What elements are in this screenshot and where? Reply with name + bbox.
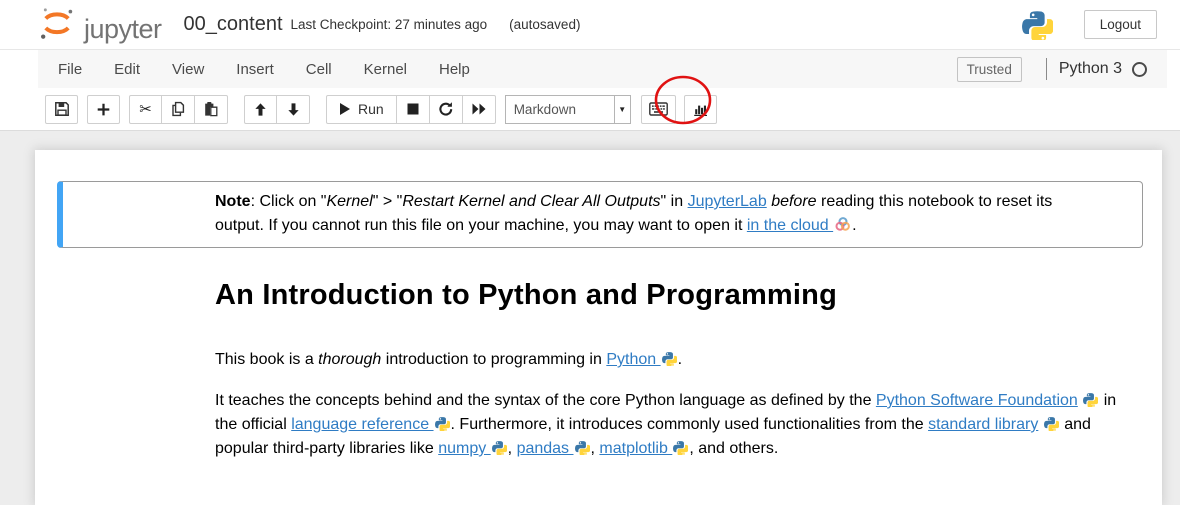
markdown-link[interactable]: Python Software Foundation bbox=[876, 392, 1078, 409]
cell-type-value: Markdown bbox=[506, 102, 614, 117]
markdown-link[interactable]: matplotlib bbox=[599, 440, 672, 457]
python-logo-icon bbox=[1083, 392, 1098, 407]
markdown-link[interactable]: language reference bbox=[291, 416, 433, 433]
text-segment: . bbox=[852, 217, 856, 234]
text-segment: Restart Kernel and Clear All Outputs bbox=[402, 193, 660, 210]
menu-file[interactable]: File bbox=[42, 52, 98, 87]
menubar-right: Trusted Python 3 bbox=[957, 57, 1147, 82]
markdown-link[interactable]: in the cloud bbox=[747, 217, 833, 234]
trusted-badge: Trusted bbox=[957, 57, 1022, 82]
fast-forward-icon bbox=[471, 102, 487, 116]
markdown-link[interactable]: standard library bbox=[928, 416, 1038, 433]
menu-insert[interactable]: Insert bbox=[220, 52, 290, 87]
notebook-title[interactable]: 00_content bbox=[184, 13, 283, 36]
note-admonition-cell[interactable]: Note: Click on "Kernel" > "Restart Kerne… bbox=[57, 181, 1143, 248]
markdown-link[interactable]: JupyterLab bbox=[688, 193, 767, 210]
paragraph-2: It teaches the concepts behind and the s… bbox=[215, 389, 1122, 461]
text-segment: , and others. bbox=[689, 440, 778, 457]
restart-kernel-button[interactable] bbox=[430, 95, 463, 124]
python-logo-icon bbox=[662, 351, 677, 366]
python-logo-icon bbox=[575, 440, 590, 455]
jupyter-logo-text: jupyter bbox=[84, 16, 162, 45]
restart-kernel-icon bbox=[438, 101, 454, 117]
run-icon bbox=[339, 102, 351, 116]
text-segment bbox=[1078, 392, 1082, 409]
cell-type-dropdown[interactable]: Markdown ▼ bbox=[505, 95, 631, 124]
move-cell-down-button[interactable] bbox=[277, 95, 310, 124]
jupyter-logo-icon bbox=[38, 5, 76, 45]
autosave-status: (autosaved) bbox=[509, 17, 580, 32]
move-up-icon bbox=[253, 102, 268, 117]
menu-kernel[interactable]: Kernel bbox=[348, 52, 423, 87]
jupyter-notebook-window: jupyter 00_content Last Checkpoint: 27 m… bbox=[0, 0, 1180, 505]
toolbar: ✂ bbox=[0, 88, 1180, 131]
text-segment: before bbox=[771, 193, 816, 210]
keyboard-shortcuts-button[interactable] bbox=[641, 95, 676, 124]
text-segment: Note bbox=[215, 193, 251, 210]
menu-view[interactable]: View bbox=[156, 52, 220, 87]
run-button[interactable]: Run bbox=[326, 95, 397, 124]
notebook-scroll-area[interactable]: Note: Click on "Kernel" > "Restart Kerne… bbox=[0, 131, 1180, 505]
menu-cell[interactable]: Cell bbox=[290, 52, 348, 87]
markdown-link[interactable]: numpy bbox=[438, 440, 490, 457]
text-segment: It teaches the concepts behind and the s… bbox=[215, 392, 876, 409]
jupyter-logo[interactable]: jupyter bbox=[38, 5, 162, 45]
note-text: Note: Click on "Kernel" > "Restart Kerne… bbox=[215, 193, 1052, 234]
divider bbox=[1046, 58, 1047, 80]
paragraph-1: This book is a thorough introduction to … bbox=[215, 348, 1122, 372]
logout-button[interactable]: Logout bbox=[1084, 10, 1157, 39]
stop-icon bbox=[406, 102, 420, 116]
text-segment: thorough bbox=[318, 351, 381, 368]
chart-toolbar-button[interactable] bbox=[684, 95, 717, 124]
kernel-name: Python 3 bbox=[1059, 60, 1122, 78]
text-segment: " in bbox=[661, 193, 688, 210]
header-right: Logout bbox=[1022, 9, 1157, 40]
python-logo-icon bbox=[1044, 416, 1059, 431]
python-logo-icon bbox=[673, 440, 688, 455]
text-segment: This book is a bbox=[215, 351, 318, 368]
restart-run-all-button[interactable] bbox=[463, 95, 496, 124]
python-logo-icon bbox=[435, 416, 450, 431]
copy-cell-button[interactable] bbox=[162, 95, 195, 124]
notebook-heading: An Introduction to Python and Programmin… bbox=[215, 279, 1122, 312]
text-segment bbox=[1038, 416, 1042, 433]
header: jupyter 00_content Last Checkpoint: 27 m… bbox=[0, 0, 1180, 50]
text-segment: : Click on " bbox=[251, 193, 327, 210]
add-cell-button[interactable] bbox=[87, 95, 120, 124]
markdown-link[interactable]: pandas bbox=[517, 440, 574, 457]
text-segment: . bbox=[678, 351, 682, 368]
menu-edit[interactable]: Edit bbox=[98, 52, 156, 87]
add-cell-icon bbox=[96, 102, 111, 117]
dropdown-arrow-icon: ▼ bbox=[614, 96, 630, 123]
python-logo-icon bbox=[1022, 9, 1053, 40]
markdown-cell[interactable]: An Introduction to Python and Programmin… bbox=[215, 279, 1122, 461]
markdown-link[interactable]: Python bbox=[606, 351, 660, 368]
menu-help[interactable]: Help bbox=[423, 52, 486, 87]
kernel-idle-circle-icon bbox=[1132, 62, 1147, 77]
python-logo-icon bbox=[492, 440, 507, 455]
move-cell-up-button[interactable] bbox=[244, 95, 277, 124]
copy-icon bbox=[170, 101, 186, 117]
text-segment: , bbox=[508, 440, 517, 457]
move-down-icon bbox=[286, 102, 301, 117]
binder-icon[interactable] bbox=[834, 216, 851, 232]
text-segment: . Furthermore, it introduces commonly us… bbox=[451, 416, 929, 433]
text-segment: introduction to programming in bbox=[381, 351, 606, 368]
cut-cell-button[interactable]: ✂ bbox=[129, 95, 162, 124]
checkpoint-status: Last Checkpoint: 27 minutes ago bbox=[291, 17, 488, 32]
paste-icon bbox=[203, 101, 219, 117]
save-icon bbox=[54, 101, 70, 117]
chart-icon bbox=[692, 101, 709, 117]
notebook-paper: Note: Click on "Kernel" > "Restart Kerne… bbox=[35, 150, 1162, 505]
keyboard-icon bbox=[649, 102, 668, 116]
run-button-label: Run bbox=[358, 101, 384, 117]
text-segment: Kernel bbox=[326, 193, 372, 210]
save-button[interactable] bbox=[45, 95, 78, 124]
menubar: File Edit View Insert Cell Kernel Help T… bbox=[38, 50, 1167, 88]
text-segment: " > " bbox=[373, 193, 403, 210]
interrupt-kernel-button[interactable] bbox=[397, 95, 430, 124]
paste-cell-button[interactable] bbox=[195, 95, 228, 124]
cut-icon: ✂ bbox=[139, 102, 152, 117]
